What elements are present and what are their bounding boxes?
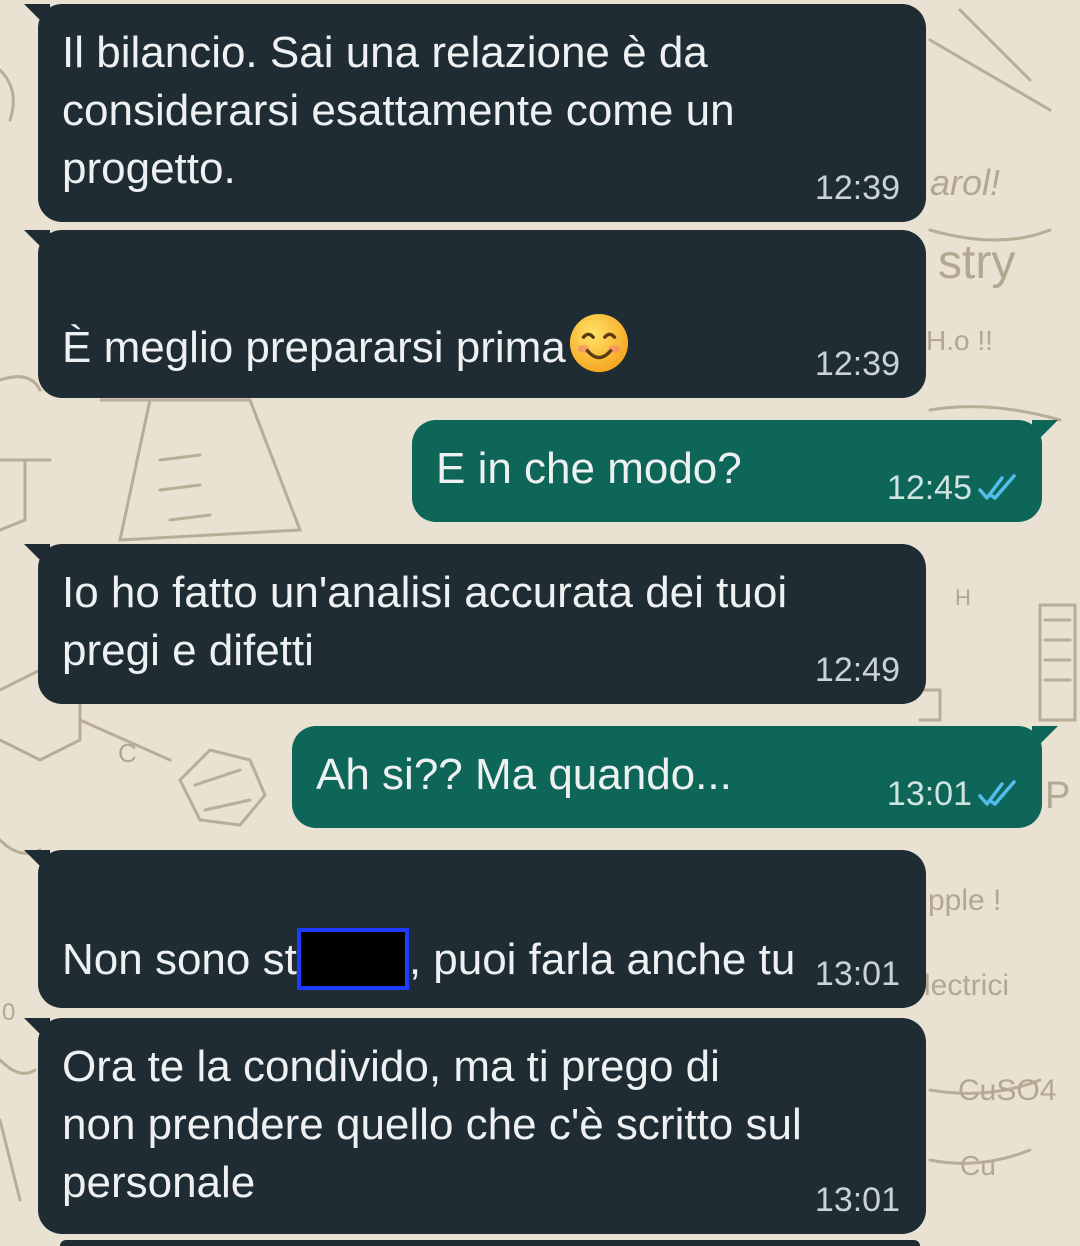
wallpaper-text-cu: Cu: [960, 1150, 996, 1181]
message-time: 12:39: [814, 345, 900, 383]
message-bubble-incoming[interactable]: Il bilancio. Sai una relazione è da cons…: [24, 4, 926, 222]
wallpaper-text-cuso: CuSO4: [958, 1074, 1056, 1107]
bubble-tail: [24, 850, 50, 876]
wallpaper-text-p: P: [1045, 775, 1070, 817]
paper-doodle: [100, 398, 303, 542]
bubble-tail: [1032, 420, 1058, 446]
message-time: 13:01: [886, 775, 972, 813]
message-text: Il bilancio. Sai una relazione è da cons…: [62, 28, 735, 193]
message-text: Io ho fatto un'analisi accurata dei tuoi…: [62, 568, 788, 675]
message-text-after: , puoi farla anche tu: [408, 935, 796, 984]
message-time: 12:49: [814, 651, 900, 689]
message-content: Non sono st , puoi farla anche tu: [62, 870, 902, 990]
message-text-before: Non sono st: [62, 935, 297, 984]
smiling-face-icon: [569, 313, 628, 373]
message-bubble-incoming[interactable]: Non sono st , puoi farla anche tu 13:01: [24, 850, 926, 1008]
next-message-edge: [60, 1240, 920, 1246]
message-bubble-incoming[interactable]: È meglio prepararsi prima 12:39: [24, 230, 926, 398]
wallpaper-text-c: C: [118, 738, 137, 768]
bubble-tail: [24, 4, 50, 30]
wallpaper-text-h: H: [955, 585, 971, 610]
wallpaper-text-h2o: H.o !!: [926, 325, 993, 356]
wallpaper-text-electric: lectrici: [924, 969, 1009, 1002]
message-text: È meglio prepararsi prima: [62, 323, 566, 372]
message-bubble-incoming[interactable]: Io ho fatto un'analisi accurata dei tuoi…: [24, 544, 926, 704]
read-ticks-icon: [978, 474, 1016, 500]
wallpaper-text-zero: 0: [2, 999, 15, 1026]
bubble-tail: [1032, 726, 1058, 752]
message-bubble-outgoing[interactable]: E in che modo? 12:45: [412, 420, 1058, 522]
bubble-tail: [24, 544, 50, 570]
redaction-box: [296, 928, 409, 990]
wallpaper-text-apple: pple !: [928, 884, 1001, 917]
wallpaper-text-stry: stry: [938, 236, 1015, 289]
message-time: 13:01: [814, 1181, 900, 1219]
message-time: 13:01: [814, 955, 900, 993]
message-bubble-incoming[interactable]: Ora te la condivido, ma ti prego di non …: [24, 1018, 926, 1234]
bubble-tail: [24, 1018, 50, 1044]
message-time: 12:39: [814, 169, 900, 207]
message-content: È meglio prepararsi prima: [62, 254, 902, 377]
message-time: 12:45: [886, 469, 972, 507]
read-ticks-icon: [978, 780, 1016, 806]
bubble-tail: [24, 230, 50, 256]
wallpaper-text-arol: arol!: [930, 162, 1000, 203]
message-text: Ora te la condivido, ma ti prego di non …: [62, 1042, 802, 1207]
message-bubble-outgoing[interactable]: Ah si?? Ma quando... 13:01: [292, 726, 1058, 828]
